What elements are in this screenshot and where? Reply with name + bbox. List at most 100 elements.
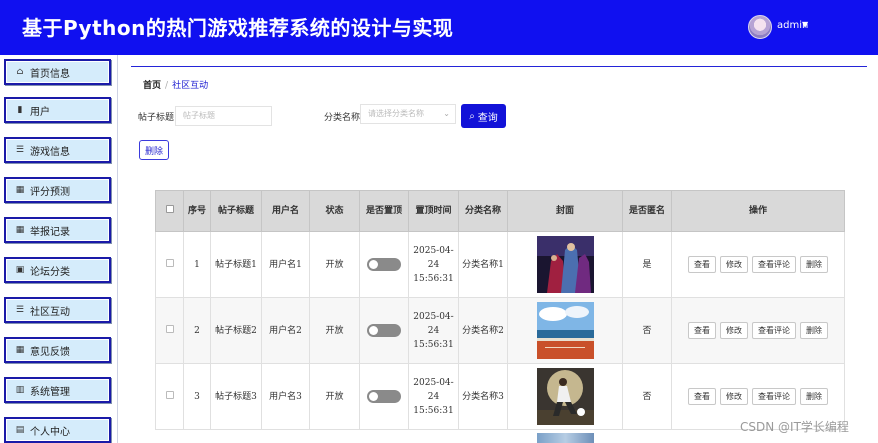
view-comments-button[interactable]: 查看评论 xyxy=(752,256,796,273)
cell-index: 3 xyxy=(183,363,211,430)
search-icon: ⌕ xyxy=(469,110,475,122)
cell-index: 1 xyxy=(183,231,211,298)
header-actions: 操作 xyxy=(671,190,845,232)
header-pinned: 是否置顶 xyxy=(359,190,409,232)
cover-image[interactable] xyxy=(536,368,594,425)
sidebar-item-profile[interactable]: ▤ 个人中心 xyxy=(4,417,111,443)
watermark: CSDN @IT学长编程 xyxy=(740,420,849,434)
app-title: 基于Python的热门游戏推荐系统的设计与实现 xyxy=(22,16,454,40)
cell-anonymous: 是 xyxy=(622,231,672,298)
sidebar-item-system[interactable]: ▥ 系统管理 xyxy=(4,377,111,403)
view-button[interactable]: 查看 xyxy=(688,322,716,339)
breadcrumb: 首页 / 社区互动 xyxy=(143,78,208,91)
view-button[interactable]: 查看 xyxy=(688,388,716,405)
pinned-toggle[interactable] xyxy=(367,323,401,337)
sidebar-item-reports[interactable]: ▦ 举报记录 xyxy=(4,217,111,243)
header-cover: 封面 xyxy=(507,190,623,232)
edit-button[interactable]: 修改 xyxy=(720,388,748,405)
cell-username: 用户名1 xyxy=(261,231,310,298)
table-row: 1 帖子标题1 用户名1 开放 2025-04-24 15:56:31 分类名称1… xyxy=(155,231,845,298)
table-row: 2 帖子标题2 用户名2 开放 2025-04-24 15:56:31 分类名称2… xyxy=(155,297,845,364)
menu-icon: ☰ xyxy=(15,305,25,315)
row-checkbox[interactable] xyxy=(165,324,174,333)
batch-delete-button[interactable]: 删除 xyxy=(139,140,169,160)
cover-image xyxy=(537,433,594,443)
breadcrumb-current: 社区互动 xyxy=(172,81,209,91)
sidebar-item-feedback[interactable]: ▦ 意见反馈 xyxy=(4,337,111,363)
pinned-toggle[interactable] xyxy=(367,389,401,403)
header-pin-time: 置顶时间 xyxy=(408,190,459,232)
sidebar-item-label: 首页信息 xyxy=(30,68,70,80)
id-card-icon: ▤ xyxy=(15,425,25,435)
cell-status: 开放 xyxy=(309,297,360,364)
row-checkbox[interactable] xyxy=(165,390,174,399)
sidebar-item-label: 游戏信息 xyxy=(30,146,70,158)
header-index: 序号 xyxy=(183,190,211,232)
content-divider xyxy=(131,66,867,67)
sidebar-item-label: 论坛分类 xyxy=(30,266,70,278)
delete-button[interactable]: 删除 xyxy=(800,256,828,273)
header-category: 分类名称 xyxy=(458,190,508,232)
cell-anonymous: 否 xyxy=(622,297,672,364)
sidebar-item-users[interactable]: ▮ 用户 xyxy=(4,97,111,123)
sidebar-item-label: 社区互动 xyxy=(30,306,70,318)
header-select-all[interactable] xyxy=(155,190,184,232)
sidebar-item-label: 系统管理 xyxy=(30,386,70,398)
cell-title: 帖子标题3 xyxy=(210,363,262,430)
cell-title: 帖子标题1 xyxy=(210,231,262,298)
cell-category: 分类名称1 xyxy=(458,231,508,298)
cell-status: 开放 xyxy=(309,363,360,430)
query-button[interactable]: ⌕ 查询 xyxy=(461,104,506,128)
bar-chart-icon: ▥ xyxy=(15,385,25,395)
delete-button[interactable]: 删除 xyxy=(800,322,828,339)
avatar[interactable] xyxy=(748,15,772,39)
clipboard-icon: ▣ xyxy=(15,265,25,275)
select-all-checkbox[interactable] xyxy=(165,204,174,213)
grid-icon: ▦ xyxy=(15,225,25,235)
cell-category: 分类名称2 xyxy=(458,297,508,364)
cell-status: 开放 xyxy=(309,231,360,298)
sidebar-item-home[interactable]: ⌂ 首页信息 xyxy=(4,59,111,85)
cell-username: 用户名3 xyxy=(261,363,310,430)
cell-category: 分类名称3 xyxy=(458,363,508,430)
sidebar-item-community[interactable]: ☰ 社区互动 xyxy=(4,297,111,323)
cell-pin-time: 2025-04-24 15:56:31 xyxy=(408,297,459,364)
doc-icon: ▮ xyxy=(17,105,23,115)
edit-button[interactable]: 修改 xyxy=(720,256,748,273)
header-anonymous: 是否匿名 xyxy=(622,190,672,232)
breadcrumb-separator: / xyxy=(165,81,169,91)
chevron-down-icon: ⌄ xyxy=(443,109,450,118)
edit-button[interactable]: 修改 xyxy=(720,322,748,339)
title-filter-label: 帖子标题 xyxy=(138,113,175,123)
sidebar-item-label: 意见反馈 xyxy=(30,346,70,358)
posts-table: 序号 帖子标题 用户名 状态 是否置顶 置顶时间 分类名称 封面 是否匿名 操作… xyxy=(155,190,845,430)
sidebar-item-forum-category[interactable]: ▣ 论坛分类 xyxy=(4,257,111,283)
sidebar-item-label: 用户 xyxy=(30,106,50,118)
cover-image[interactable] xyxy=(536,236,594,293)
view-comments-button[interactable]: 查看评论 xyxy=(752,388,796,405)
chevron-down-icon[interactable]: ▼ xyxy=(802,20,808,29)
pinned-toggle[interactable] xyxy=(367,257,401,271)
cell-username: 用户名2 xyxy=(261,297,310,364)
sidebar: ⌂ 首页信息 ▮ 用户 ☰ 游戏信息 ▦ 评分预测 ▦ 举报记录 ▣ 论坛分类 ☰ 社区互动 … xyxy=(0,55,118,443)
sidebar-item-games[interactable]: ☰ 游戏信息 xyxy=(4,137,111,163)
header-status: 状态 xyxy=(309,190,360,232)
row-checkbox[interactable] xyxy=(165,258,174,267)
home-icon: ⌂ xyxy=(16,67,24,77)
category-select[interactable]: 请选择分类名称 ⌄ xyxy=(360,104,456,124)
cell-index: 2 xyxy=(183,297,211,364)
delete-button[interactable]: 删除 xyxy=(800,388,828,405)
table-header-row: 序号 帖子标题 用户名 状态 是否置顶 置顶时间 分类名称 封面 是否匿名 操作 xyxy=(155,190,845,232)
cell-anonymous: 否 xyxy=(622,363,672,430)
sidebar-item-label: 个人中心 xyxy=(30,426,70,438)
view-button[interactable]: 查看 xyxy=(688,256,716,273)
grid-icon: ▦ xyxy=(15,185,25,195)
header-title: 帖子标题 xyxy=(210,190,262,232)
cell-pin-time: 2025-04-24 15:56:31 xyxy=(408,363,459,430)
breadcrumb-home[interactable]: 首页 xyxy=(143,81,161,91)
title-search-input[interactable]: 帖子标题 xyxy=(175,106,272,126)
cover-image[interactable] xyxy=(536,302,594,359)
cell-pin-time: 2025-04-24 15:56:31 xyxy=(408,231,459,298)
view-comments-button[interactable]: 查看评论 xyxy=(752,322,796,339)
sidebar-item-rating-prediction[interactable]: ▦ 评分预测 xyxy=(4,177,111,203)
